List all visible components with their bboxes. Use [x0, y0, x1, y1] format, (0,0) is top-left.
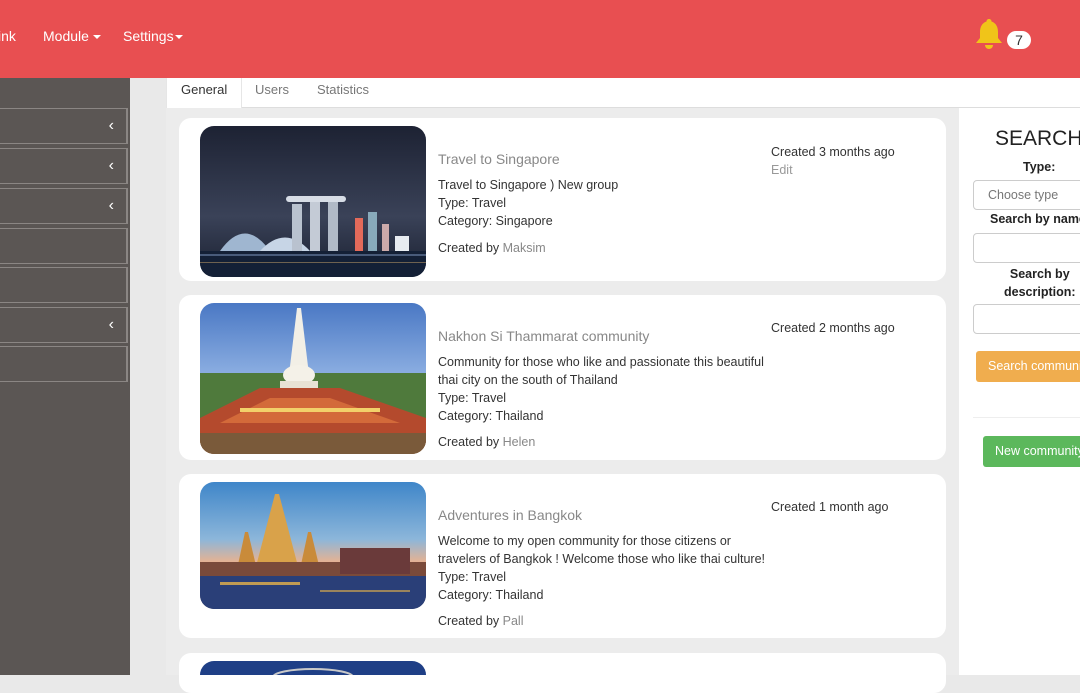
community-type: Type: Travel — [438, 196, 507, 210]
author-link[interactable]: Helen — [503, 435, 536, 449]
sidebar-item-1[interactable]: ‹ — [0, 108, 128, 144]
search-community-button[interactable]: Search community — [976, 351, 1080, 382]
caret-down-icon — [174, 35, 183, 40]
community-type: Type: Travel — [438, 391, 507, 405]
sidebar-item-3[interactable]: ‹ — [0, 188, 128, 224]
community-title[interactable]: Nakhon Si Thammarat community — [438, 328, 649, 344]
tab-users[interactable]: Users — [241, 78, 303, 108]
community-image-singapore[interactable] — [200, 126, 426, 277]
description-line: travelers of Bangkok ! Welcome those who… — [438, 552, 766, 566]
created-by-label: Created by — [438, 614, 500, 628]
search-panel-title: SEARCH — [995, 127, 1080, 150]
community-image[interactable] — [200, 661, 426, 675]
created-by-label: Created by — [438, 241, 500, 255]
notification-count-badge[interactable]: 7 — [1007, 31, 1031, 49]
created-date: Created 1 month ago — [771, 500, 889, 514]
top-navbar: ink Module Settings 7 — [0, 0, 1080, 78]
community-title[interactable]: Travel to Singapore — [438, 151, 560, 167]
community-description: Travel to Singapore ) New group — [438, 178, 619, 192]
new-community-button[interactable]: New community — [983, 436, 1080, 467]
community-created-by: Created by Pall — [438, 612, 523, 630]
type-select[interactable]: Choose type — [973, 180, 1080, 210]
tab-general[interactable]: General — [166, 78, 243, 108]
community-created-by: Created by Maksim — [438, 239, 546, 257]
caret-down-icon — [92, 35, 101, 40]
type-label: Type: — [1023, 160, 1056, 174]
nav-link-partial[interactable]: ink — [0, 28, 16, 44]
chevron-left-icon: ‹ — [108, 316, 114, 333]
nav-settings-dropdown[interactable]: Settings — [123, 28, 183, 44]
sidebar-item-4[interactable] — [0, 228, 128, 264]
author-link[interactable]: Pall — [503, 614, 524, 628]
community-category: Category: Thailand — [438, 409, 544, 423]
community-type: Type: Travel — [438, 570, 507, 584]
community-image-nakhon[interactable] — [200, 303, 426, 454]
description-line: Welcome to my open community for those c… — [438, 534, 731, 548]
tab-bar: General Users Statistics — [166, 78, 1080, 108]
description-line: thai city on the south of Thailand — [438, 373, 618, 387]
nav-settings-label: Settings — [123, 28, 174, 44]
sidebar-item-5[interactable] — [0, 267, 128, 303]
label-line: Search by — [1009, 267, 1070, 281]
sidebar-item-7[interactable] — [0, 346, 128, 382]
search-description-label: Search by description: — [1004, 265, 1076, 301]
community-description: Welcome to my open community for those c… — [438, 532, 778, 568]
community-category: Category: Singapore — [438, 214, 553, 228]
chevron-left-icon: ‹ — [108, 157, 114, 174]
divider — [973, 417, 1080, 418]
nav-module-dropdown[interactable]: Module — [43, 28, 101, 44]
community-image-bangkok[interactable] — [200, 482, 426, 609]
tab-statistics[interactable]: Statistics — [303, 78, 383, 108]
nav-module-label: Module — [43, 28, 89, 44]
search-name-input[interactable] — [973, 233, 1080, 263]
author-link[interactable]: Maksim — [503, 241, 546, 255]
chevron-left-icon: ‹ — [108, 117, 114, 134]
created-by-label: Created by — [438, 435, 500, 449]
description-line: Community for those who like and passion… — [438, 355, 764, 369]
chevron-left-icon: ‹ — [108, 197, 114, 214]
community-description: Community for those who like and passion… — [438, 353, 768, 389]
search-description-input[interactable] — [973, 304, 1080, 334]
sidebar: ‹ ‹ ‹ ‹ — [0, 78, 130, 675]
search-name-label: Search by name — [990, 212, 1080, 226]
community-category: Category: Thailand — [438, 588, 544, 602]
community-title[interactable]: Adventures in Bangkok — [438, 507, 582, 523]
created-date: Created 2 months ago — [771, 321, 895, 335]
created-date: Created 3 months ago — [771, 145, 895, 159]
sidebar-item-2[interactable]: ‹ — [0, 148, 128, 184]
bell-icon[interactable] — [972, 17, 1006, 51]
sidebar-item-6[interactable]: ‹ — [0, 307, 128, 343]
community-created-by: Created by Helen — [438, 433, 535, 451]
label-line: description: — [1004, 285, 1076, 299]
edit-link[interactable]: Edit — [771, 163, 793, 177]
